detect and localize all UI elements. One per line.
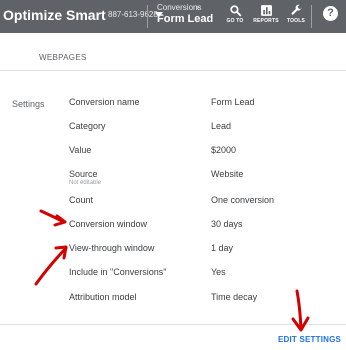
settings-row-value: Value $2000 xyxy=(0,145,346,161)
help-icon[interactable]: ? xyxy=(323,6,338,21)
row-value: $2000 xyxy=(211,145,237,155)
row-label: Source xyxy=(69,169,98,179)
tools-button[interactable]: TOOLS xyxy=(281,2,311,32)
tools-label: TOOLS xyxy=(286,18,306,24)
row-value: One conversion xyxy=(211,195,275,205)
row-label: Value xyxy=(69,145,92,155)
settings-row-category: Category Lead xyxy=(0,121,346,137)
row-sublabel: Not editable xyxy=(69,180,102,186)
settings-row-count: Count One conversion xyxy=(0,195,346,211)
topbar-divider xyxy=(147,5,148,28)
row-label: Category xyxy=(69,121,106,131)
footer-divider xyxy=(0,324,346,325)
search-icon xyxy=(229,5,241,17)
account-name[interactable]: Optimize Smart xyxy=(3,7,106,23)
row-value: 1 day xyxy=(211,243,234,253)
breadcrumb-conversions[interactable]: Conversions xyxy=(157,3,201,12)
tab-webpages[interactable]: WEBPAGES xyxy=(39,53,87,62)
reports-label: REPORTS xyxy=(253,18,279,24)
settings-row-attribution-model: Attribution model Time decay xyxy=(0,292,346,308)
row-label: Conversion name xyxy=(69,97,140,107)
goto-label: GO TO xyxy=(226,18,244,24)
account-id: 887-613-9628 xyxy=(108,10,158,19)
row-label: View-through window xyxy=(69,243,155,253)
row-label: Attribution model xyxy=(69,292,137,302)
tab-strip: WEBPAGES xyxy=(0,33,346,71)
row-value: Time decay xyxy=(211,292,258,302)
bar-chart-icon xyxy=(260,5,272,16)
wrench-icon xyxy=(291,4,301,15)
settings-row-conversion-name: Conversion name Form Lead xyxy=(0,97,346,113)
settings-row-source: Source Not editable Website xyxy=(0,169,346,186)
settings-row-view-through-window: View-through window 1 day xyxy=(0,243,346,259)
row-value: Yes xyxy=(211,267,226,277)
breadcrumb-chevron-icon: › xyxy=(196,2,199,12)
topbar-divider-right xyxy=(311,5,312,28)
row-value: Form Lead xyxy=(211,97,255,107)
row-label: Conversion window xyxy=(69,219,148,229)
row-value: 30 days xyxy=(211,219,243,229)
goto-button[interactable]: GO TO xyxy=(220,2,250,32)
edit-settings-button[interactable]: EDIT SETTINGS xyxy=(278,335,341,344)
settings-row-include-in-conversions: Include in "Conversions" Yes xyxy=(0,267,346,283)
top-app-bar: Optimize Smart 887-613-9628 Conversions … xyxy=(0,0,346,33)
breadcrumb-current-page: Form Lead xyxy=(157,13,214,25)
row-value: Website xyxy=(211,169,244,179)
row-value: Lead xyxy=(211,121,232,131)
reports-button[interactable]: REPORTS xyxy=(251,2,281,32)
row-label: Include in "Conversions" xyxy=(69,267,167,277)
row-label: Count xyxy=(69,195,94,205)
settings-row-conversion-window: Conversion window 30 days xyxy=(0,219,346,235)
